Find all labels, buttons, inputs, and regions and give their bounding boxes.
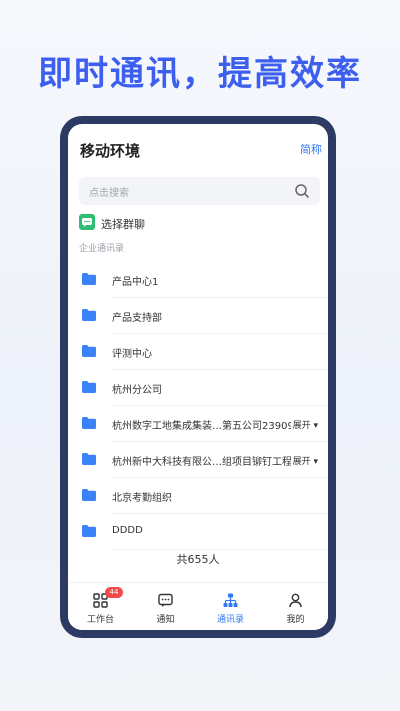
folder-icon [82,489,96,501]
expand-button[interactable]: 展开 ▾ [290,418,318,431]
chevron-down-icon: ▾ [313,457,318,467]
search-input[interactable]: 点击搜索 [79,177,320,205]
department-name: DDDD [112,525,143,536]
folder-icon [82,525,96,537]
group-chat-label: 选择群聊 [101,218,145,231]
search-placeholder: 点击搜索 [89,188,129,199]
department-name: 评测中心 [112,349,152,360]
group-chat-icon [79,214,95,230]
tab-label: 通知 [156,615,175,625]
user-icon [289,593,302,608]
list-item[interactable]: 杭州数字工地集成集装…第五公司23909号 展开 ▾ [68,406,328,442]
bottom-tab-bar: 44 工作台 通知 通讯录 我的 [68,582,328,630]
folder-icon [82,453,96,465]
list-item[interactable]: 评测中心 [68,334,328,370]
department-name: 杭州数字工地集成集装…第五公司23909号 [112,421,304,432]
expand-label: 展开 [292,457,311,467]
member-total: 共655人 [176,553,220,566]
list-item[interactable]: 杭州分公司 [68,370,328,406]
unread-badge: 44 [105,587,123,598]
department-name: 产品支持部 [112,313,162,324]
list-item[interactable]: 北京考勤组织 [68,478,328,514]
tab-workbench[interactable]: 44 工作台 [68,583,133,630]
divider [112,549,328,550]
list-item[interactable]: 产品中心1 [68,262,328,298]
name-toggle-button[interactable]: 简称 [300,141,322,157]
tab-contacts[interactable]: 通讯录 [198,583,263,630]
tab-label: 我的 [286,615,305,625]
tab-profile[interactable]: 我的 [263,583,328,630]
expand-label: 展开 [292,421,311,431]
department-name: 北京考勤组织 [112,493,172,504]
department-name: 产品中心1 [112,277,159,288]
chevron-down-icon: ▾ [313,421,318,431]
folder-icon [82,309,96,321]
search-icon[interactable] [294,183,310,199]
department-name: 杭州新中大科技有限公…组项目铆钉工程计 [112,457,302,468]
tab-label: 通讯录 [216,615,244,625]
list-item[interactable]: 产品支持部 [68,298,328,334]
folder-icon [82,273,96,285]
section-label: 企业通讯录 [79,244,125,254]
expand-button[interactable]: 展开 ▾ [290,454,318,467]
tab-notice[interactable]: 通知 [133,583,198,630]
list-item[interactable]: 杭州新中大科技有限公…组项目铆钉工程计 展开 ▾ [68,442,328,478]
page-title: 移动环境 [80,142,141,160]
list-item[interactable]: DDDD [68,514,328,550]
folder-icon [82,381,96,393]
department-name: 杭州分公司 [112,385,162,396]
folder-icon [82,345,96,357]
app-header: 移动环境 简称 [68,124,328,172]
org-chart-icon [223,593,238,607]
tab-label: 工作台 [86,615,114,625]
app-screen: 移动环境 简称 点击搜索 选择群聊 企业通讯录 产品中心1 产品支持部 评测中心… [68,124,328,630]
folder-icon [82,417,96,429]
message-icon [158,593,173,607]
headline: 即时通讯，提高效率 [38,54,362,94]
